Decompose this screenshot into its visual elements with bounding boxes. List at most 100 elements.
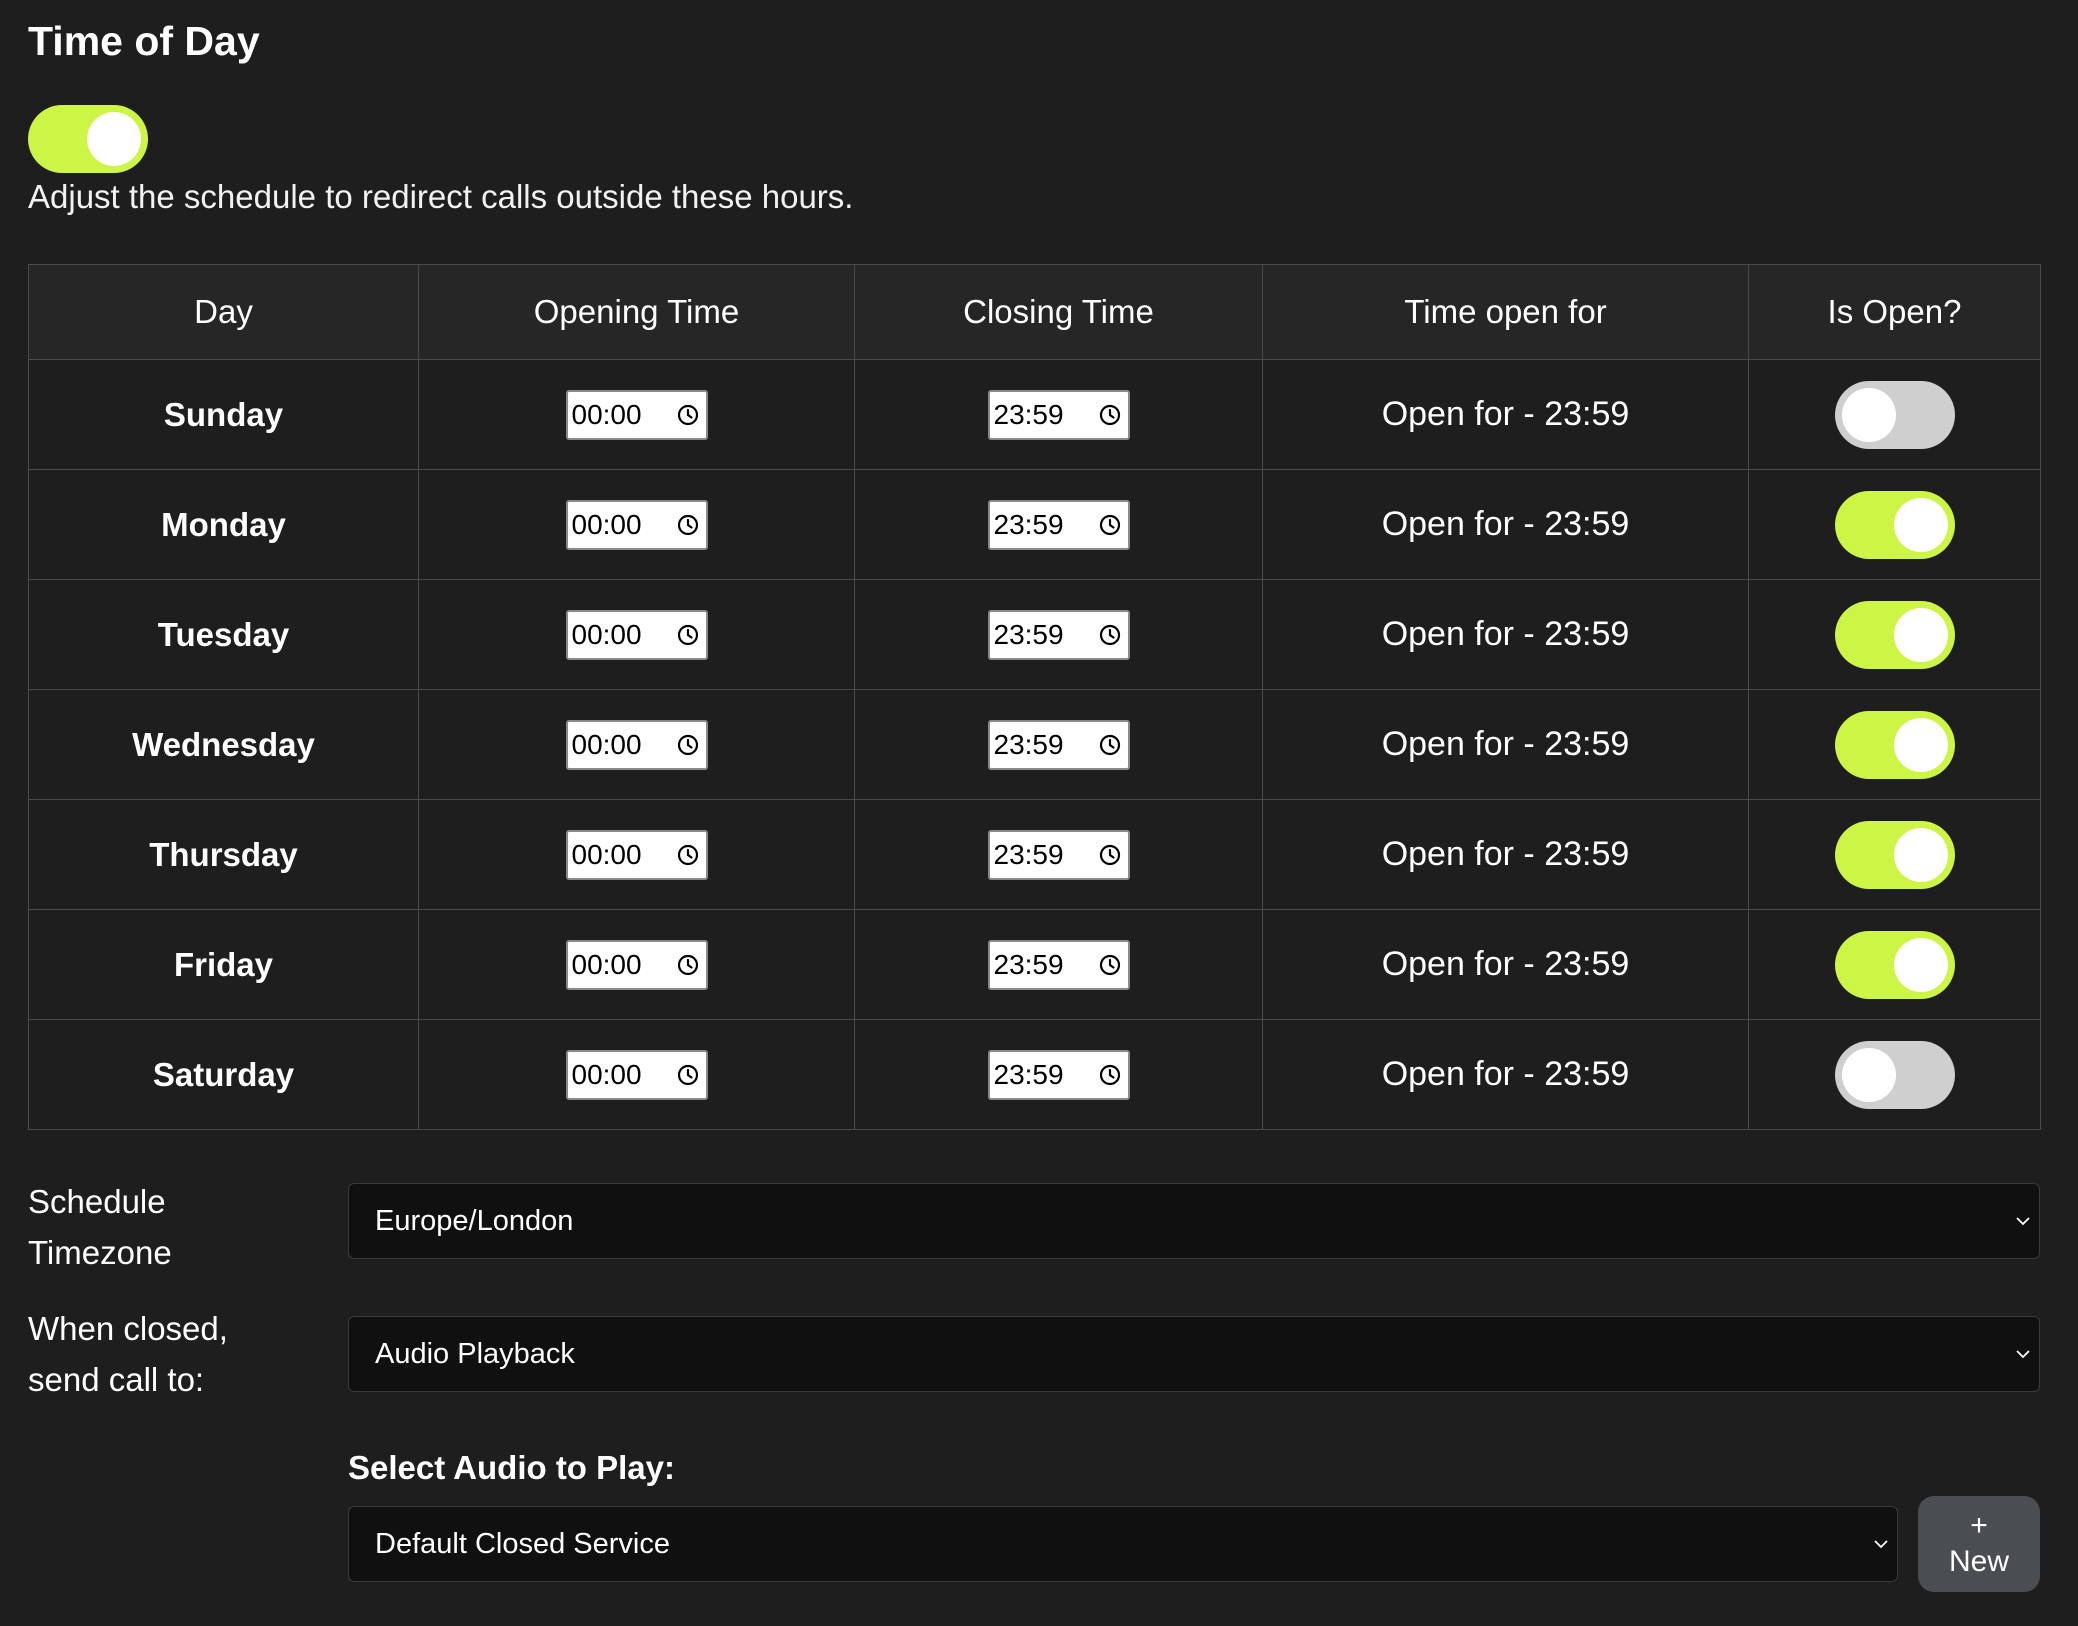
day-name: Monday xyxy=(161,505,286,543)
toggle-knob xyxy=(1893,937,1948,992)
schedule-table: Day Opening Time Closing Time Time open … xyxy=(28,264,2041,1130)
clock-icon xyxy=(1099,514,1120,535)
closing-time-cell: 23:59 xyxy=(854,469,1263,580)
closing-time-input[interactable]: 23:59 xyxy=(987,829,1130,880)
toggle-knob xyxy=(1893,607,1948,662)
is-open-toggle-wrapper xyxy=(1749,490,2040,559)
is-open-cell xyxy=(1748,1019,2041,1130)
toggle-knob xyxy=(1893,497,1948,552)
time-of-day-toggle[interactable] xyxy=(28,105,148,173)
closing-time-value: 23:59 xyxy=(993,618,1064,650)
closing-time-value: 23:59 xyxy=(993,508,1064,540)
is-open-toggle[interactable] xyxy=(1834,1040,1955,1109)
new-audio-button[interactable]: + New xyxy=(1918,1496,2040,1592)
opening-time-value: 00:00 xyxy=(571,728,642,760)
table-row: Sunday 00:00 23:59 Open for - 23:59 xyxy=(28,359,2041,470)
closed-action-select[interactable]: Audio Playback xyxy=(348,1316,2040,1392)
closing-time-input[interactable]: 23:59 xyxy=(987,939,1130,990)
time-open-for-text: Open for - 23:59 xyxy=(1381,945,1630,983)
closing-time-input[interactable]: 23:59 xyxy=(987,719,1130,770)
table-row: Tuesday 00:00 23:59 Open for - 23:59 xyxy=(28,579,2041,690)
closing-time-input[interactable]: 23:59 xyxy=(987,499,1130,550)
opening-time-cell: 00:00 xyxy=(418,469,855,580)
closing-time-input[interactable]: 23:59 xyxy=(987,609,1130,660)
clock-icon xyxy=(1099,1064,1120,1085)
opening-time-input[interactable]: 00:00 xyxy=(565,939,708,990)
description-text: Adjust the schedule to redirect calls ou… xyxy=(28,178,854,215)
is-open-toggle-wrapper xyxy=(1749,930,2040,999)
opening-time-value: 00:00 xyxy=(571,618,642,650)
is-open-toggle-wrapper xyxy=(1749,1040,2040,1109)
timezone-select[interactable]: Europe/London xyxy=(348,1183,2040,1259)
opening-time-input[interactable]: 00:00 xyxy=(565,389,708,440)
chevron-down-icon xyxy=(2016,1217,2030,1226)
closing-time-value: 23:59 xyxy=(993,398,1064,430)
is-open-toggle[interactable] xyxy=(1834,380,1955,449)
master-toggle-wrapper xyxy=(28,105,148,173)
closing-time-cell: 23:59 xyxy=(854,689,1263,800)
is-open-cell xyxy=(1748,579,2041,690)
closing-time-input[interactable]: 23:59 xyxy=(987,389,1130,440)
audio-select-value: Default Closed Service xyxy=(375,1527,670,1560)
is-open-toggle[interactable] xyxy=(1834,710,1955,779)
time-open-for-cell: Open for - 23:59 xyxy=(1262,689,1749,800)
opening-time-cell: 00:00 xyxy=(418,359,855,470)
time-open-for-text: Open for - 23:59 xyxy=(1381,1055,1630,1093)
select-audio-heading: Select Audio to Play: xyxy=(348,1449,676,1486)
day-name: Saturday xyxy=(152,1055,295,1093)
is-open-cell xyxy=(1748,909,2041,1020)
time-open-for-cell: Open for - 23:59 xyxy=(1262,359,1749,470)
closed-action-label-line1: When closed, xyxy=(28,1310,228,1347)
time-open-for-text: Open for - 23:59 xyxy=(1381,505,1630,543)
day-cell: Sunday xyxy=(28,359,419,470)
closed-action-label: When closed, send call to: xyxy=(28,1303,228,1405)
audio-select[interactable]: Default Closed Service xyxy=(348,1506,1898,1582)
table-header-row: Day Opening Time Closing Time Time open … xyxy=(28,264,2041,360)
time-open-for-text: Open for - 23:59 xyxy=(1381,615,1630,653)
opening-time-value: 00:00 xyxy=(571,838,642,870)
closing-time-cell: 23:59 xyxy=(854,579,1263,690)
opening-time-input[interactable]: 00:00 xyxy=(565,719,708,770)
day-name: Tuesday xyxy=(157,615,290,653)
opening-time-input[interactable]: 00:00 xyxy=(565,1049,708,1100)
time-open-for-cell: Open for - 23:59 xyxy=(1262,909,1749,1020)
day-cell: Monday xyxy=(28,469,419,580)
opening-time-input[interactable]: 00:00 xyxy=(565,829,708,880)
day-cell: Friday xyxy=(28,909,419,1020)
day-name: Friday xyxy=(173,945,274,983)
clock-icon xyxy=(677,404,698,425)
is-open-toggle[interactable] xyxy=(1834,820,1955,889)
opening-time-value: 00:00 xyxy=(571,398,642,430)
toggle-knob xyxy=(87,112,141,166)
opening-time-input[interactable]: 00:00 xyxy=(565,499,708,550)
is-open-toggle[interactable] xyxy=(1834,490,1955,559)
closing-time-value: 23:59 xyxy=(993,1058,1064,1090)
day-name: Thursday xyxy=(149,835,298,873)
clock-icon xyxy=(677,734,698,755)
schedule-body: Sunday 00:00 23:59 Open for - 23:59 Monday 00… xyxy=(28,359,2041,1130)
time-open-for-cell: Open for - 23:59 xyxy=(1262,799,1749,910)
opening-time-value: 00:00 xyxy=(571,948,642,980)
timezone-select-value: Europe/London xyxy=(375,1204,574,1237)
closed-action-label-line2: send call to: xyxy=(28,1361,205,1398)
column-header-opening-time: Opening Time xyxy=(418,264,855,360)
clock-icon xyxy=(677,844,698,865)
opening-time-cell: 00:00 xyxy=(418,689,855,800)
clock-icon xyxy=(1099,954,1120,975)
day-name: Sunday xyxy=(163,395,284,433)
timezone-label-line1: Schedule xyxy=(28,1183,166,1220)
opening-time-input[interactable]: 00:00 xyxy=(565,609,708,660)
is-open-toggle[interactable] xyxy=(1834,930,1955,999)
toggle-knob xyxy=(1841,387,1896,442)
is-open-toggle[interactable] xyxy=(1834,600,1955,669)
table-row: Saturday 00:00 23:59 Open for - 23:59 xyxy=(28,1019,2041,1130)
page-title: Time of Day xyxy=(28,18,260,64)
timezone-label: Schedule Timezone xyxy=(28,1176,172,1278)
closing-time-cell: 23:59 xyxy=(854,359,1263,470)
timezone-label-line2: Timezone xyxy=(28,1234,172,1271)
opening-time-value: 00:00 xyxy=(571,1058,642,1090)
clock-icon xyxy=(1099,624,1120,645)
day-cell: Wednesday xyxy=(28,689,419,800)
closing-time-input[interactable]: 23:59 xyxy=(987,1049,1130,1100)
is-open-toggle-wrapper xyxy=(1749,380,2040,449)
